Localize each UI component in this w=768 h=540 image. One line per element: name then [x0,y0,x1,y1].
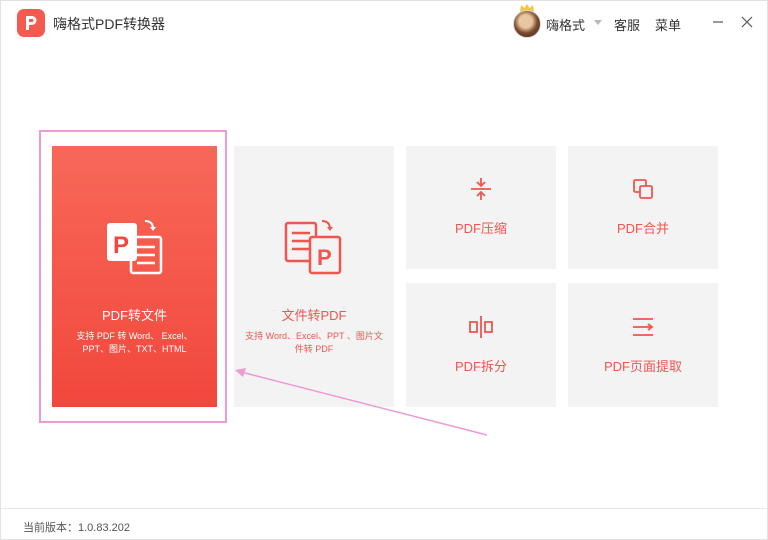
app-logo-icon [17,9,45,37]
username[interactable]: 嗨格式 [546,15,585,34]
minimize-button[interactable] [709,13,727,31]
tile-label: PDF合并 [616,221,669,236]
status-bar: 当前版本：1.0.83.202 [1,508,768,540]
tile-pdf-merge[interactable]: PDF合并 [568,146,718,269]
tile-label: 文件转PDF [281,308,347,323]
title-bar: 嗨格式PDF转换器 嗨格式 客服 菜单 [1,1,768,45]
compress-icon [471,178,491,200]
tile-label: PDF压缩 [454,221,507,236]
app-title: 嗨格式PDF转换器 [53,16,165,32]
svg-text:P: P [317,245,332,270]
merge-icon [633,179,653,199]
minimize-icon [713,21,723,23]
tile-pdf-page-extract[interactable]: PDF页面提取 [568,283,718,407]
app-window: 嗨格式PDF转换器 嗨格式 客服 菜单 P PDF转文件 支持 PDF 转 Wo… [0,0,768,540]
close-button[interactable] [738,13,756,31]
close-icon [741,16,753,28]
split-icon [469,315,493,338]
tile-label: PDF拆分 [454,358,507,374]
menu-link[interactable]: 菜单 [655,15,681,34]
user-avatar[interactable] [513,10,541,38]
tile-pdf-compress[interactable]: PDF压缩 [406,146,556,269]
customer-service-link[interactable]: 客服 [614,15,640,34]
tile-desc-line: 支持 Word、Excel、PPT 、图片文 [245,331,383,341]
tile-label: PDF页面提取 [603,358,682,374]
tile-desc-line: 件转 PDF [294,344,334,354]
chevron-down-icon[interactable] [594,20,602,25]
annotation-highlight-box [39,130,227,423]
file-to-pdf-icon: P [284,220,342,275]
tile-description: 支持 Word、Excel、PPT 、图片文 件转 PDF [239,330,389,356]
tile-file-to-pdf[interactable]: P 文件转PDF 支持 Word、Excel、PPT 、图片文 件转 PDF [234,146,394,407]
version-label: 当前版本：1.0.83.202 [23,522,130,534]
tile-pdf-split[interactable]: PDF拆分 [406,283,556,407]
extract-icon [633,317,654,336]
